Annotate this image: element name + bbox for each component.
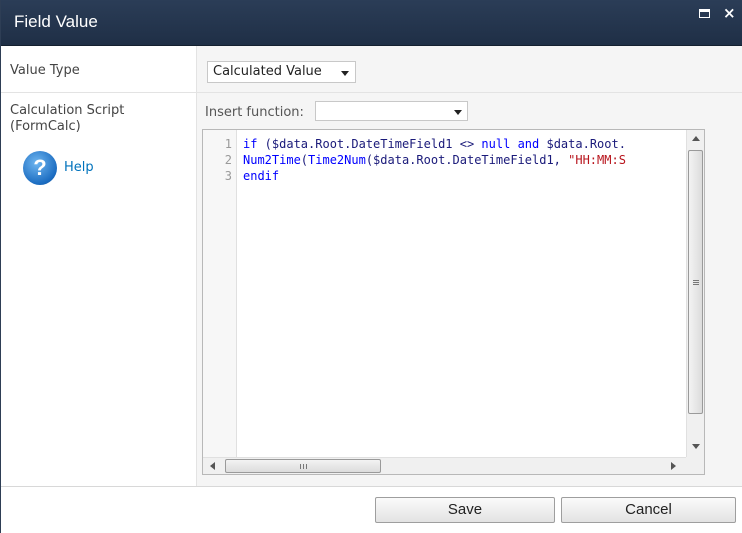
calculation-label-cell: Calculation Script (FormCalc) ? Help bbox=[1, 93, 197, 486]
save-button[interactable]: Save bbox=[375, 497, 555, 523]
scroll-left-icon[interactable] bbox=[210, 462, 215, 470]
chevron-down-icon bbox=[341, 71, 349, 76]
code-token: Time2Num bbox=[308, 153, 366, 167]
scroll-down-icon[interactable] bbox=[692, 444, 700, 449]
code-token: and bbox=[517, 137, 540, 151]
line-number: 3 bbox=[224, 169, 232, 183]
value-type-label: Value Type bbox=[10, 63, 80, 78]
help-link[interactable]: Help bbox=[64, 160, 94, 175]
code-line: endif bbox=[243, 168, 683, 184]
line-number: 1 bbox=[224, 137, 232, 151]
code-token: Num2Time bbox=[243, 153, 301, 167]
value-type-row: Value Type Calculated Value bbox=[1, 46, 742, 93]
help-icon[interactable]: ? bbox=[23, 151, 57, 185]
code-token: null bbox=[481, 137, 511, 151]
title-bar: Field Value × bbox=[1, 0, 742, 46]
insert-function-select[interactable] bbox=[315, 101, 468, 121]
dialog-title: Field Value bbox=[14, 12, 98, 31]
scroll-up-icon[interactable] bbox=[692, 136, 700, 141]
script-editor[interactable]: 1 2 3 if ($data.Root.DateTimeField1 <> n… bbox=[202, 129, 705, 475]
horizontal-scrollbar[interactable] bbox=[203, 457, 686, 474]
field-value-dialog: Field Value × Value Type Calculated Valu… bbox=[0, 0, 742, 533]
code-token: ($data.Root.DateTimeField1, bbox=[365, 153, 569, 167]
code-line: if ($data.Root.DateTimeField1 <> null an… bbox=[243, 136, 683, 152]
code-token: $data.Root. bbox=[539, 137, 626, 151]
cancel-button[interactable]: Cancel bbox=[561, 497, 736, 523]
value-type-label-cell: Value Type bbox=[1, 46, 197, 92]
vertical-scrollbar[interactable] bbox=[686, 130, 704, 457]
grip-line bbox=[693, 282, 699, 283]
code-token: ( bbox=[300, 153, 309, 167]
value-type-select[interactable]: Calculated Value bbox=[207, 61, 356, 83]
grip-line bbox=[306, 464, 307, 469]
grip-line bbox=[693, 284, 699, 285]
vertical-scroll-thumb[interactable] bbox=[688, 150, 703, 414]
maximize-icon[interactable] bbox=[699, 9, 710, 18]
close-icon[interactable]: × bbox=[723, 4, 736, 22]
code-token: ($data.Root.DateTimeField1 <> bbox=[257, 137, 482, 151]
grip-line bbox=[693, 280, 699, 281]
value-type-value-cell: Calculated Value bbox=[197, 46, 742, 92]
code-text-area[interactable]: if ($data.Root.DateTimeField1 <> null an… bbox=[243, 136, 683, 456]
calculation-language-label: (FormCalc) bbox=[10, 119, 81, 134]
dialog-footer: Save Cancel bbox=[1, 487, 742, 533]
line-number-gutter: 1 2 3 bbox=[203, 130, 237, 457]
grip-line bbox=[300, 464, 301, 469]
calculation-script-label: Calculation Script bbox=[10, 103, 125, 118]
chevron-down-icon bbox=[454, 110, 462, 115]
insert-function-label: Insert function: bbox=[205, 105, 304, 120]
code-line: Num2Time(Time2Num($data.Root.DateTimeFie… bbox=[243, 152, 683, 168]
grip-line bbox=[303, 464, 304, 469]
code-token: "HH:MM:S bbox=[568, 153, 626, 167]
scrollbar-corner bbox=[686, 457, 704, 474]
line-number: 2 bbox=[224, 153, 232, 167]
value-type-selected: Calculated Value bbox=[213, 64, 322, 79]
code-token: if bbox=[243, 137, 258, 151]
code-token: endif bbox=[243, 169, 280, 183]
scroll-right-icon[interactable] bbox=[671, 462, 676, 470]
horizontal-scroll-thumb[interactable] bbox=[225, 459, 381, 473]
